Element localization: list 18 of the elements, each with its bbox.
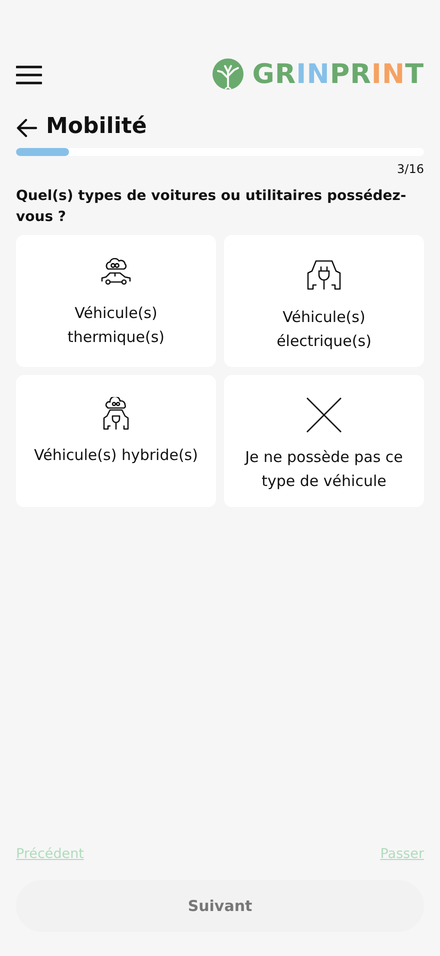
logo-text: PR xyxy=(330,58,372,90)
option-label: Véhicule(s) électrique(s) xyxy=(276,306,372,352)
step-counter: 3/16 xyxy=(397,161,424,178)
logo-text: IN xyxy=(296,58,330,90)
option-card[interactable]: Je ne possède pas ce type de véhicule xyxy=(224,374,424,507)
option-label: Véhicule(s) hybride(s) xyxy=(34,444,198,466)
logo-text: T xyxy=(405,58,424,90)
option-card[interactable]: Véhicule(s) hybride(s) xyxy=(16,374,216,507)
option-card[interactable]: Véhicule(s) électrique(s) xyxy=(224,234,424,367)
page-title: Mobilité xyxy=(46,114,147,140)
tree-logo-icon xyxy=(212,58,244,90)
option-card[interactable]: Véhicule(s) thermique(s) xyxy=(16,234,216,367)
option-label: Je ne possède pas ce type de véhicule xyxy=(243,446,404,492)
question-text: Quel(s) types de voitures ou utilitaires possédez-vous ? xyxy=(16,187,408,227)
logo-text: GR xyxy=(252,58,296,90)
option-label: Véhicule(s) thermique(s) xyxy=(66,302,166,348)
cross-icon xyxy=(306,396,342,433)
logo-text: IN xyxy=(371,58,406,90)
